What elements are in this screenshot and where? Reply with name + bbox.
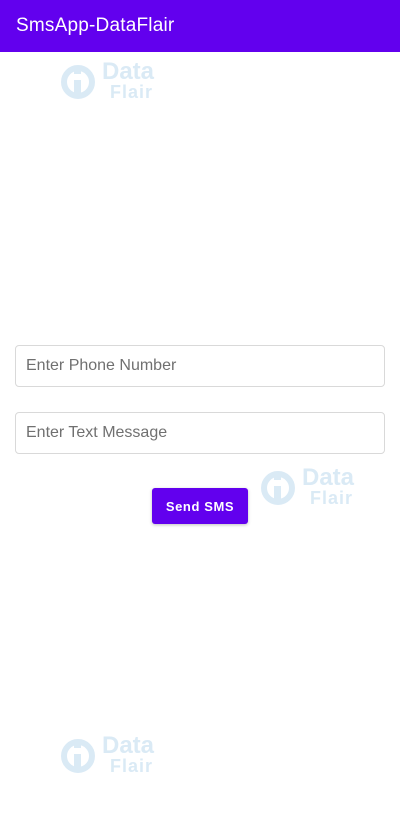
dataflair-logo-icon bbox=[61, 739, 95, 773]
dataflair-logo-icon bbox=[61, 65, 95, 99]
text-message-input[interactable] bbox=[15, 412, 385, 454]
watermark-word-flair: Flair bbox=[310, 488, 354, 508]
app-bar: SmsApp-DataFlair bbox=[0, 0, 400, 52]
app-title: SmsApp-DataFlair bbox=[16, 15, 175, 36]
send-sms-button[interactable]: Send SMS bbox=[152, 488, 248, 524]
watermark-word-flair: Flair bbox=[110, 82, 154, 102]
dataflair-watermark: Data Flair bbox=[58, 732, 178, 780]
sms-app-screen: SmsApp-DataFlair Data Flair Data Flair D… bbox=[0, 0, 400, 813]
dataflair-watermark: Data Flair bbox=[258, 464, 378, 512]
watermark-word-flair: Flair bbox=[110, 756, 154, 776]
dataflair-logo-icon bbox=[261, 471, 295, 505]
phone-number-input[interactable] bbox=[15, 345, 385, 387]
dataflair-watermark: Data Flair bbox=[58, 58, 178, 106]
